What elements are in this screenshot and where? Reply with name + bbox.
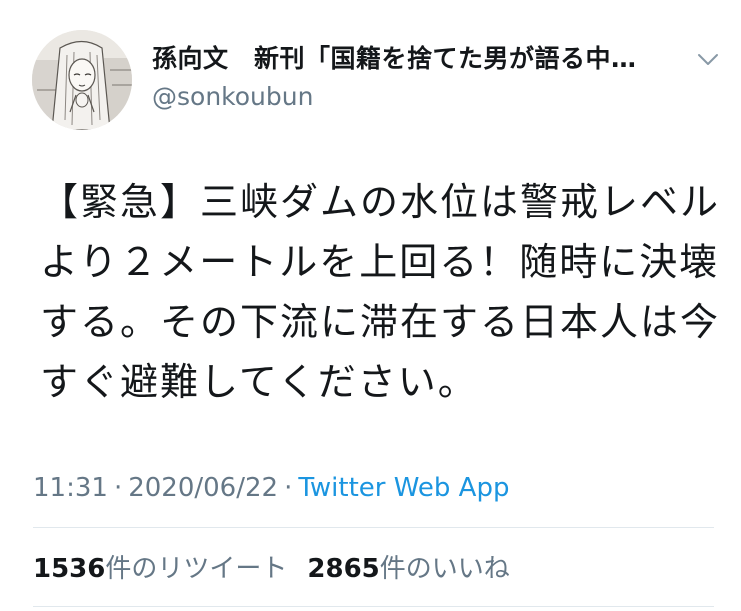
tweet-time[interactable]: 11:31 <box>33 473 108 503</box>
tweet-source-link[interactable]: Twitter Web App <box>298 473 509 503</box>
likes-label: 件のいいね <box>379 554 510 584</box>
author-display-name[interactable]: 孫向文 新刊「国籍を捨てた男が語る中… <box>152 43 692 75</box>
meta-separator: · <box>113 473 123 503</box>
chevron-down-icon[interactable] <box>693 44 723 74</box>
author-handle[interactable]: @sonkoubun <box>152 81 313 113</box>
retweets-label: 件のリツイート <box>105 554 288 584</box>
avatar[interactable] <box>32 30 132 130</box>
divider <box>33 527 714 528</box>
retweets-count: 1536 <box>33 554 106 584</box>
likes-count: 2865 <box>307 554 380 584</box>
meta-separator: · <box>284 473 293 503</box>
tweet-meta: 11:31 · 2020/06/22 · Twitter Web App <box>33 470 509 506</box>
tweet-text: 【緊急】三峡ダムの水位は警戒レベルより２メートルを上回る！随時に決壊する。その下… <box>40 180 721 404</box>
likes-count-link[interactable]: 2865件のいいね <box>307 551 509 587</box>
tweet-date[interactable]: 2020/06/22 <box>128 473 278 503</box>
tweet-stats: 1536件のリツイート 2865件のいいね <box>33 551 510 587</box>
divider <box>33 606 714 607</box>
avatar-illustration <box>32 30 132 130</box>
retweets-count-link[interactable]: 1536件のリツイート <box>33 551 287 587</box>
